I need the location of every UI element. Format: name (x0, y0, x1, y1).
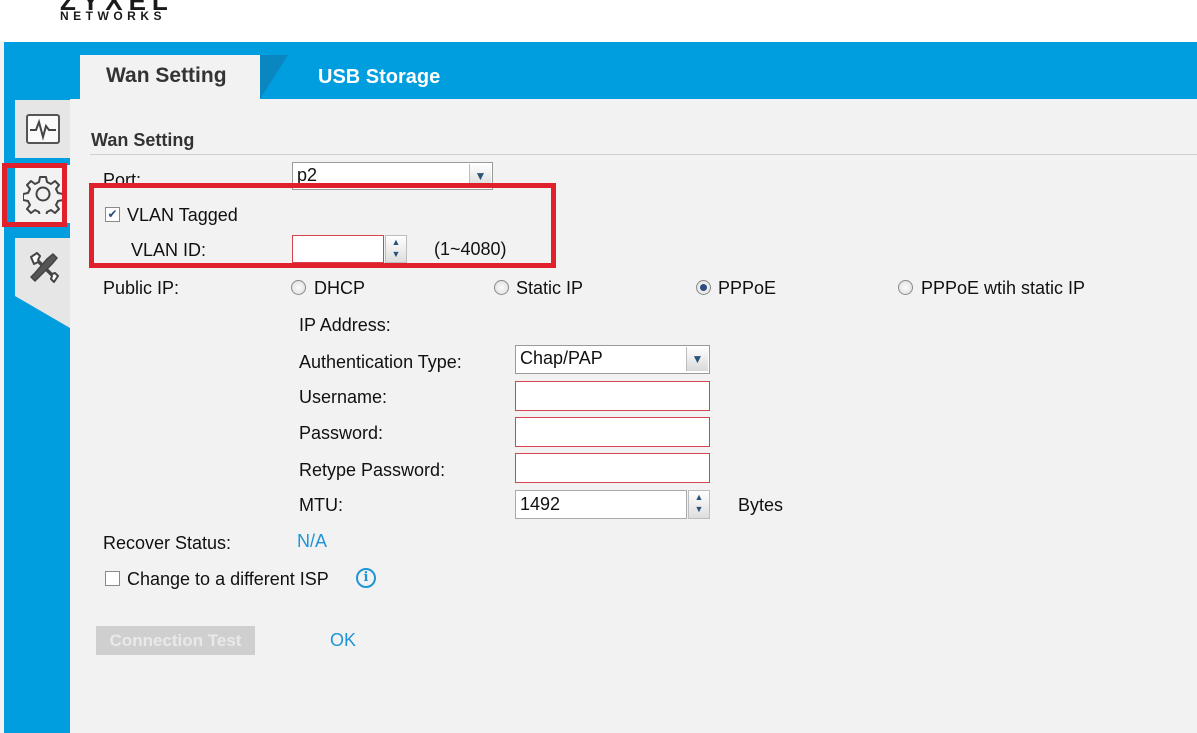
vlan-id-spinner[interactable]: ▲ ▼ (385, 235, 407, 263)
tab-shadow (260, 55, 288, 99)
section-title: Wan Setting (91, 130, 195, 150)
username-label: Username: (299, 387, 388, 407)
header: ZYXEL NETWORKS (0, 0, 1197, 42)
auth-type-select[interactable]: Chap/PAP ▼ (515, 345, 710, 374)
mtu-unit: Bytes (738, 495, 784, 515)
ip-address-label: IP Address: (299, 315, 391, 335)
connection-test-button[interactable]: Connection Test (96, 626, 255, 655)
change-isp-checkbox[interactable] (105, 571, 120, 586)
chevron-down-icon[interactable]: ▼ (686, 347, 708, 371)
recover-status-label: Recover Status: (103, 533, 232, 553)
radio-pppoe[interactable] (696, 280, 711, 295)
section-divider (90, 154, 1197, 155)
auth-type-label: Authentication Type: (299, 352, 462, 372)
radio-static-ip-label: Static IP (516, 278, 584, 298)
vlan-id-label: VLAN ID: (131, 240, 207, 260)
username-input[interactable] (515, 381, 710, 411)
vlan-id-input[interactable] (292, 235, 384, 263)
tab-wan-setting[interactable]: Wan Setting (80, 55, 260, 99)
info-icon[interactable]: i (356, 568, 376, 588)
activity-monitor-icon (25, 114, 60, 144)
retype-password-label: Retype Password: (299, 460, 446, 480)
radio-dhcp[interactable] (291, 280, 306, 295)
radio-pppoe-static[interactable] (898, 280, 913, 295)
mtu-input[interactable]: 1492 (515, 490, 687, 519)
auth-type-value: Chap/PAP (520, 348, 603, 368)
port-value: p2 (297, 165, 318, 185)
password-label: Password: (299, 423, 384, 443)
retype-password-input[interactable] (515, 453, 710, 483)
public-ip-label: Public IP: (103, 278, 180, 298)
tab-usb-storage[interactable]: USB Storage (318, 66, 440, 89)
vlan-id-range: (1~4080) (434, 239, 507, 259)
radio-dhcp-label: DHCP (314, 278, 366, 298)
radio-pppoe-label: PPPoE (718, 278, 777, 298)
logo-subtitle: NETWORKS (60, 9, 166, 23)
recover-status-value: N/A (297, 531, 328, 551)
mtu-spinner[interactable]: ▲ ▼ (688, 490, 710, 519)
sidebar-item-monitor[interactable] (15, 100, 70, 158)
sidebar-item-tools[interactable] (15, 238, 70, 296)
vlan-tagged-label: VLAN Tagged (127, 205, 238, 225)
radio-static-ip[interactable] (494, 280, 509, 295)
sidebar-decoration (15, 296, 70, 328)
ok-button[interactable]: OK (330, 630, 356, 651)
tools-icon (29, 252, 59, 283)
vlan-tagged-checkbox[interactable]: ✔ (105, 207, 120, 222)
mtu-label: MTU: (299, 495, 343, 515)
change-isp-label: Change to a different ISP (127, 569, 329, 589)
sidebar-highlight-box (2, 163, 67, 227)
radio-pppoe-static-label: PPPoE wtih static IP (921, 278, 1086, 298)
password-input[interactable] (515, 417, 710, 447)
